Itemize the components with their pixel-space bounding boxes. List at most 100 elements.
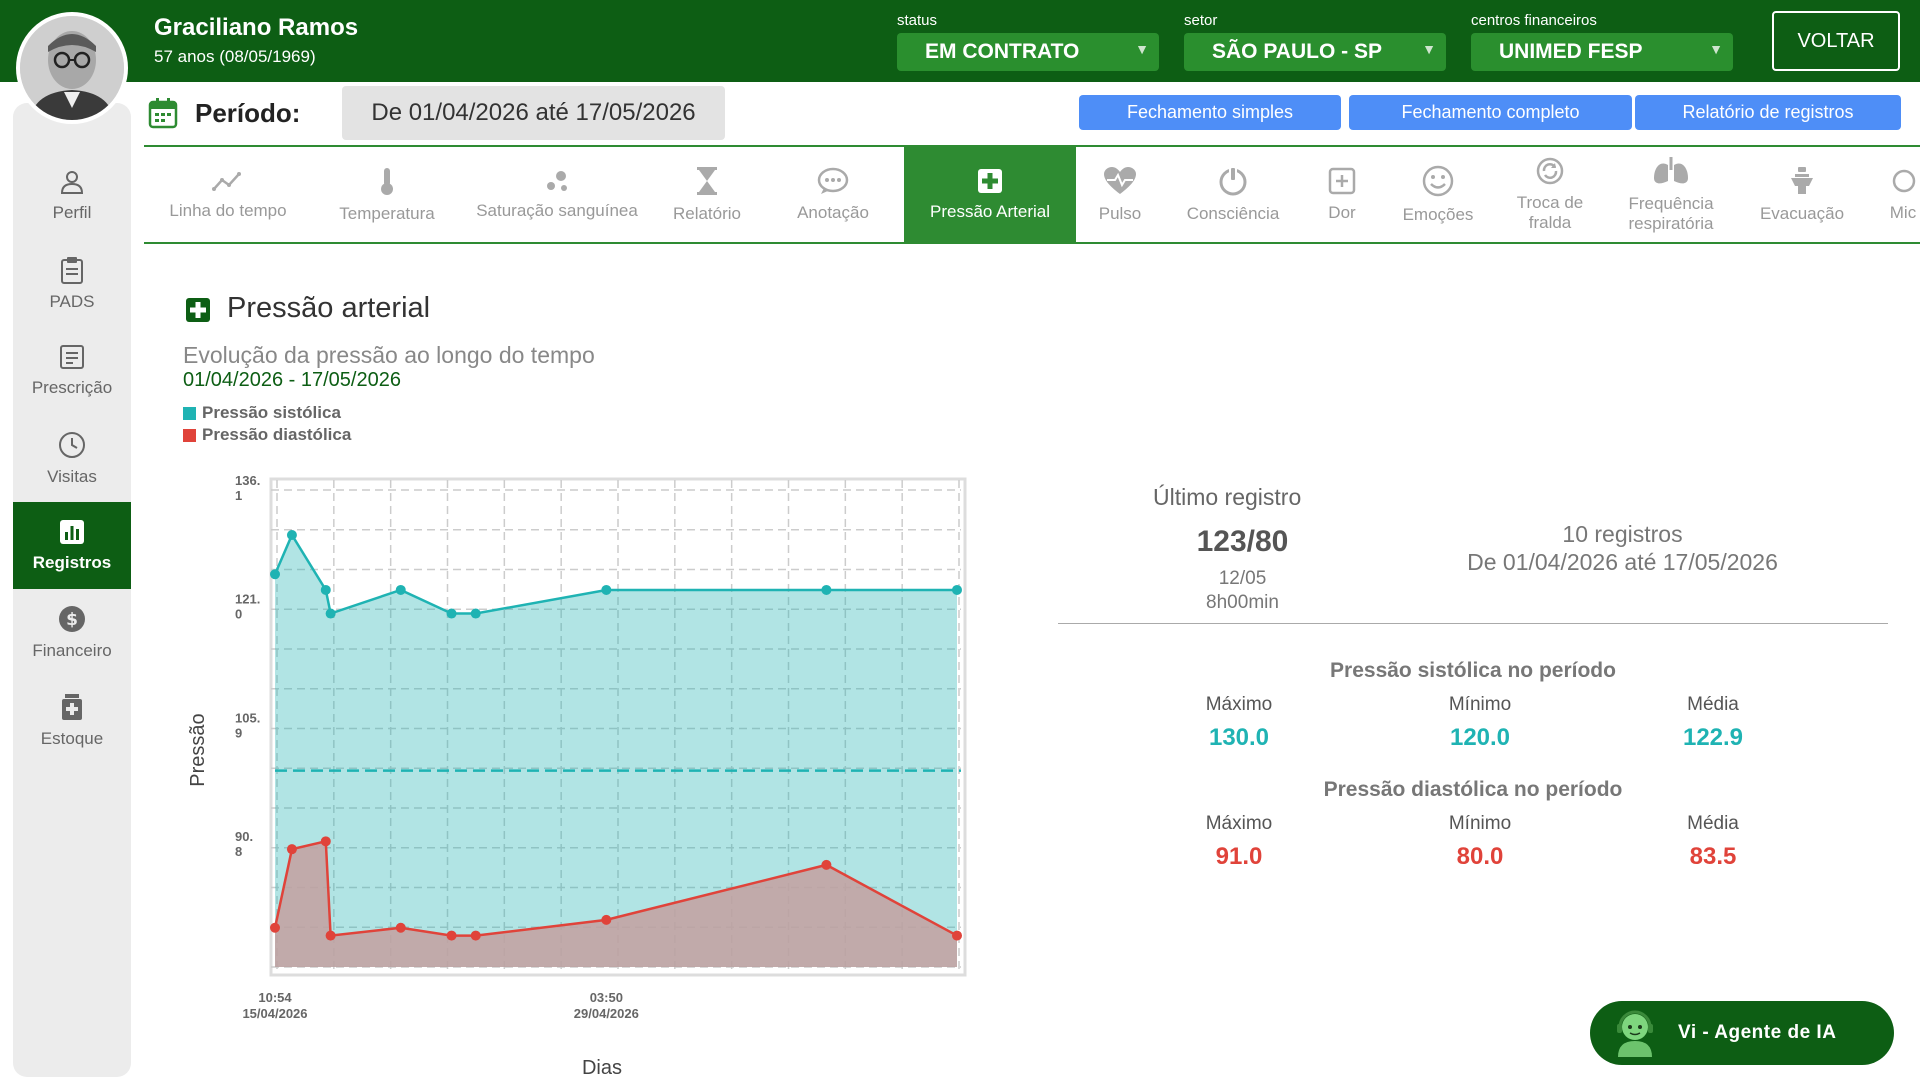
sidebar-item-estoque[interactable]: Estoque [13,677,131,764]
tab-pressao-arterial[interactable]: Pressão Arterial [904,147,1076,242]
records-range: De 01/04/2026 até 17/05/2026 [1467,549,1778,575]
sidebar-item-label: Visitas [47,466,97,486]
section-title: Pressão arterial [227,292,431,324]
systolic-point[interactable] [446,608,457,619]
diastolic-point[interactable] [270,922,280,933]
tab-partial[interactable]: Mic [1868,147,1920,242]
systolic-point[interactable] [270,569,280,580]
lungs-icon [1654,156,1688,183]
sidebar-item-label: PADS [49,291,95,311]
systolic-point[interactable] [395,584,406,595]
robot-assistant-icon [1617,1010,1653,1057]
sidebar-item-visitas[interactable]: Visitas [13,415,131,502]
tab-emocoes[interactable]: Emoções [1382,147,1494,242]
tab-pulso[interactable]: Pulso [1076,147,1164,242]
thermometer-icon [381,167,393,195]
tab-label: Pulso [1098,203,1142,223]
chart-legend: Pressão sistólica Pressão diastólica [183,402,351,446]
systolic-point[interactable] [320,584,331,595]
tab-consciencia[interactable]: Consciência [1164,147,1302,242]
tab-label-line1: Troca de [1516,192,1584,212]
diastolic-point[interactable] [395,922,406,933]
relatorio-registros-button[interactable]: Relatório de registros [1635,95,1901,130]
stat-value: 120.0 [1449,724,1511,751]
chevron-down-icon: ▼ [1422,41,1436,57]
last-record-time: 8h00min [1206,592,1279,613]
legend-item-systolic[interactable]: Pressão sistólica [183,402,351,424]
sidebar-item-label: Estoque [40,728,104,748]
diastolic-point[interactable] [446,930,457,941]
diastolic-stats-heading: Pressão diastólica no período [1323,778,1623,801]
refresh-icon [1536,157,1564,184]
status-field: status EM CONTRATO ▼ [897,12,1159,71]
systolic-point[interactable] [325,608,336,619]
sidebar-item-label: Registros [32,552,112,572]
tab-relatorio[interactable]: Relatório [652,147,762,242]
drops-icon [547,170,567,191]
diastolic-point[interactable] [952,930,962,941]
sidebar-item-financeiro[interactable]: $ Financeiro [13,589,131,676]
centros-select[interactable]: UNIMED FESP ▼ [1471,33,1733,71]
setor-select[interactable]: SÃO PAULO - SP ▼ [1184,33,1446,71]
legend-label-diastolic: Pressão diastólica [202,425,352,444]
chevron-down-icon: ▼ [1709,41,1723,57]
legend-item-diastolic[interactable]: Pressão diastólica [183,424,351,446]
last-record-date: 12/05 [1218,568,1267,589]
systolic-point[interactable] [952,584,962,595]
diastolic-point[interactable] [286,844,297,855]
heart-pulse-icon [1104,166,1136,194]
last-record-title: Último registro [1153,484,1302,510]
tab-frequencia-respiratoria[interactable]: Frequência respiratória [1606,147,1736,242]
tab-label: Pressão Arterial [930,201,1050,221]
systolic-point[interactable] [601,584,612,595]
avatar[interactable] [16,12,128,124]
ai-agent-button[interactable]: Vi - Agente de IA [1590,1001,1894,1065]
diastolic-point[interactable] [470,930,481,941]
sidebar-item-prescricao[interactable]: Prescrição [13,327,131,414]
tab-label: Emoções [1402,204,1474,224]
y-tick-label: 90. 8 [235,829,253,859]
sidebar-item-perfil[interactable]: Perfil [13,152,131,239]
x-tick-label: 03:50 29/04/2026 [574,990,639,1021]
tab-anotacao[interactable]: Anotação [762,147,904,242]
smile-icon [1422,165,1454,196]
systolic-stats-heading: Pressão sistólica no período [1330,659,1616,682]
document-icon [60,344,84,369]
blood-pressure-chart[interactable]: 136. 1 121. 0 105. 9 90. 8 10:54 15/04/2026 03:50… [180,460,980,1080]
tab-dor[interactable]: Dor [1302,147,1382,242]
period-picker[interactable]: De 01/04/2026 até 17/05/2026 [342,86,725,140]
diastolic-point[interactable] [320,836,331,847]
fechamento-simples-button[interactable]: Fechamento simples [1079,95,1341,130]
sidebar: Perfil PADS Prescrição Visitas Registros… [13,103,131,1077]
sidebar-item-registros[interactable]: Registros [13,502,131,589]
medicine-box-icon [62,693,82,720]
setor-field: setor SÃO PAULO - SP ▼ [1184,12,1446,71]
tab-evacuacao[interactable]: Evacuação [1736,147,1868,242]
tab-saturacao-sanguinea[interactable]: Saturação sanguínea [462,147,652,242]
tab-troca-de-fralda[interactable]: Troca de fralda [1494,147,1606,242]
centros-field: centros financeiros UNIMED FESP ▼ [1471,12,1733,71]
diastolic-point[interactable] [325,930,336,941]
y-tick-label: 105. 9 [235,710,260,740]
diastolic-point[interactable] [601,914,612,925]
setor-value: SÃO PAULO - SP [1212,40,1382,63]
fechamento-completo-button[interactable]: Fechamento completo [1349,95,1632,130]
status-select[interactable]: EM CONTRATO ▼ [897,33,1159,71]
systolic-point[interactable] [821,584,832,595]
tab-linha-do-tempo[interactable]: Linha do tempo [144,147,312,242]
tab-label: Evacuação [1759,203,1845,223]
tab-label: Relatório [672,203,742,223]
diastolic-point[interactable] [821,859,832,870]
systolic-point[interactable] [286,529,297,540]
tab-temperatura[interactable]: Temperatura [312,147,462,242]
systolic-point[interactable] [470,608,481,619]
stat-value: 122.9 [1682,724,1744,751]
back-button[interactable]: VOLTAR [1772,11,1900,71]
stat-label: Máximo [1205,813,1273,834]
clipboard-icon [61,256,83,284]
sidebar-item-pads[interactable]: PADS [13,240,131,327]
patient-photo [20,16,124,120]
top-header: Graciliano Ramos 57 anos (08/05/1969) st… [0,0,1920,82]
records-count: 10 registros [1562,521,1683,547]
chart-date-range: 01/04/2026 - 17/05/2026 [183,369,401,391]
